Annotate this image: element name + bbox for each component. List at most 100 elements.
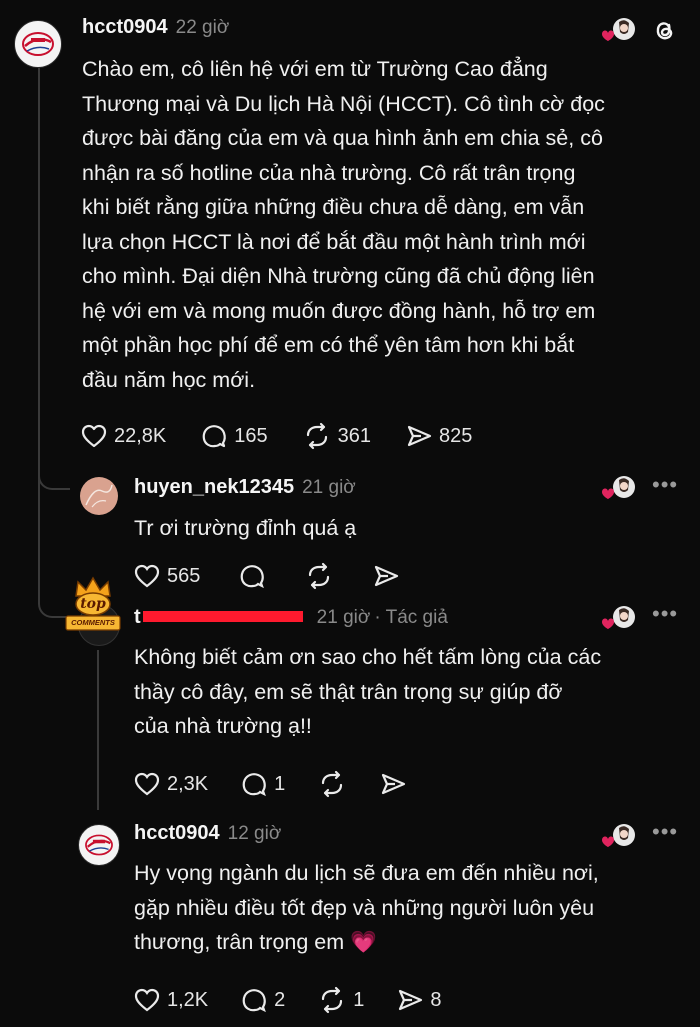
reply-count: 165 [234,424,268,447]
repost-button[interactable]: 361 [302,422,371,450]
reply-count: 2 [274,988,286,1011]
repost-icon [322,986,343,1014]
share-count: 8 [430,988,442,1011]
share-button[interactable] [379,770,407,798]
send-icon [407,425,432,447]
heart-icon [134,772,160,796]
share-button[interactable]: 825 [405,422,472,450]
post-actions: 22,8K 165 361 825 [80,422,506,450]
reply-text: thương, trân trọng em [134,930,345,954]
thread-curve [38,470,70,490]
reply-header: huyen_nek12345 21 giờ [134,476,356,499]
reply-header: t 21 giờ · Tác giả [134,606,448,629]
reply-text-line: Hy vọng ngành du lịch sẽ đưa em đến nhiề… [134,861,599,885]
more-icon[interactable]: ••• [652,819,678,845]
thread-line [38,488,40,598]
reply-text-line: thầy cô đây, em sẽ thật trân trọng sự gi… [134,679,563,704]
avatar[interactable] [80,477,118,515]
author-liked-avatar [600,604,636,637]
more-icon[interactable]: ••• [652,472,678,498]
like-button[interactable]: 2,3K [133,770,208,798]
username[interactable]: hcct0904 [134,822,220,845]
timestamp: 22 giờ [175,17,230,38]
reply-actions: 2,3K 1 [133,770,441,798]
comment-icon [241,565,265,589]
post-text-line: khi biết rằng giữa những điều chưa dễ dà… [82,195,585,219]
like-button[interactable]: 22,8K [80,422,166,450]
avatar-image-icon [85,484,113,508]
author-liked-avatar [600,822,636,855]
repost-button[interactable] [317,770,347,798]
post-text-line: lựa chọn HCCT là nơi để bắt đầu một hành… [82,229,586,254]
username[interactable]: t [134,606,141,629]
author-tag: · Tác giả [374,607,448,628]
reply-text-line: Không biết cảm ơn sao cho hết tấm lòng c… [134,645,602,669]
thread-line [97,650,99,810]
like-count: 22,8K [114,424,167,447]
reply-body: Hy vọng ngành du lịch sẽ đưa em đến nhiề… [134,856,599,960]
reply-text-line: của nhà trường ạ!! [134,714,312,738]
reply-count: 1 [274,772,286,795]
thread-line [38,68,40,488]
heart-icon [81,424,107,448]
post-text-line: nhận ra số hotline của nhà trường. Cô rấ… [82,160,576,185]
heart-icon [134,988,160,1012]
reply-button[interactable]: 2 [240,986,285,1014]
post-text-line: được bài đăng của em và qua hình ảnh em … [82,126,603,150]
like-button[interactable]: 1,2K [133,986,208,1014]
comment-icon [242,989,267,1013]
redaction-bar [142,611,303,622]
post-body: Chào em, cô liên hệ với em từ Trường Cao… [82,52,605,397]
post-header: hcct0904 22 giờ [82,16,229,39]
repost-count: 361 [337,424,372,447]
timestamp: 12 giờ [227,823,282,844]
post-text-line: Chào em, cô liên hệ với em từ Trường Cao… [82,57,548,81]
school-logo-icon [85,834,113,856]
reply-button[interactable]: 165 [200,422,268,450]
repost-count: 1 [353,988,365,1011]
reply-header: hcct0904 12 giờ [134,822,281,845]
pink-heart-emoji-icon: 💗 [350,930,377,954]
reply-button[interactable]: 1 [240,770,285,798]
send-icon [399,989,423,1011]
share-count: 825 [439,424,473,447]
repost-button[interactable]: 1 [317,986,364,1014]
post-text-line: hệ với em và mong muốn được đồng hành, h… [82,298,596,323]
comment-icon [202,425,227,448]
share-button[interactable] [372,562,400,590]
reply-actions: 565 [133,562,434,590]
username[interactable]: huyen_nek12345 [134,476,294,499]
avatar[interactable] [14,20,62,68]
post-text-line: một phần học phí để em có thể yên tâm hơ… [82,333,575,357]
author-liked-avatar [600,474,636,507]
reply-text-line: gặp nhiều điều tốt đẹp và những người lu… [134,895,595,920]
reply-body: Tr ơi trường đỉnh quá ạ [134,511,356,546]
badge-top-text: top [80,596,106,612]
heart-icon [134,564,160,588]
timestamp: 21 giờ [302,477,356,498]
like-button[interactable]: 565 [133,562,200,590]
like-count: 565 [167,564,201,587]
reply-button[interactable] [238,562,266,590]
avatar[interactable] [78,824,120,866]
top-comments-badge: top COMMENTS [64,574,122,634]
repost-icon [306,422,327,450]
share-button[interactable]: 8 [396,986,442,1014]
repost-button[interactable] [304,562,334,590]
like-count: 1,2K [167,988,209,1011]
more-icon[interactable]: ••• [652,601,678,627]
reply-text-line: thương, trân trọng em 💗 [134,925,599,960]
post-text-line: cho mình. Đại diện Nhà trường cũng đã ch… [82,264,595,288]
repost-icon [322,770,343,798]
like-count: 2,3K [167,772,209,795]
timestamp: 21 giờ [316,607,371,628]
send-icon [375,565,399,587]
post-text-line: Thương mại và Du lịch Hà Nội (HCCT). Cô … [82,91,605,116]
username[interactable]: hcct0904 [82,16,168,39]
threads-logo-icon[interactable] [650,16,678,49]
repost-icon [309,562,330,590]
post-text-line: đầu năm học mới. [82,367,256,392]
reply-actions: 1,2K 2 1 8 [133,986,476,1014]
school-logo-icon [22,32,54,56]
badge-comments-text: COMMENTS [71,618,115,627]
